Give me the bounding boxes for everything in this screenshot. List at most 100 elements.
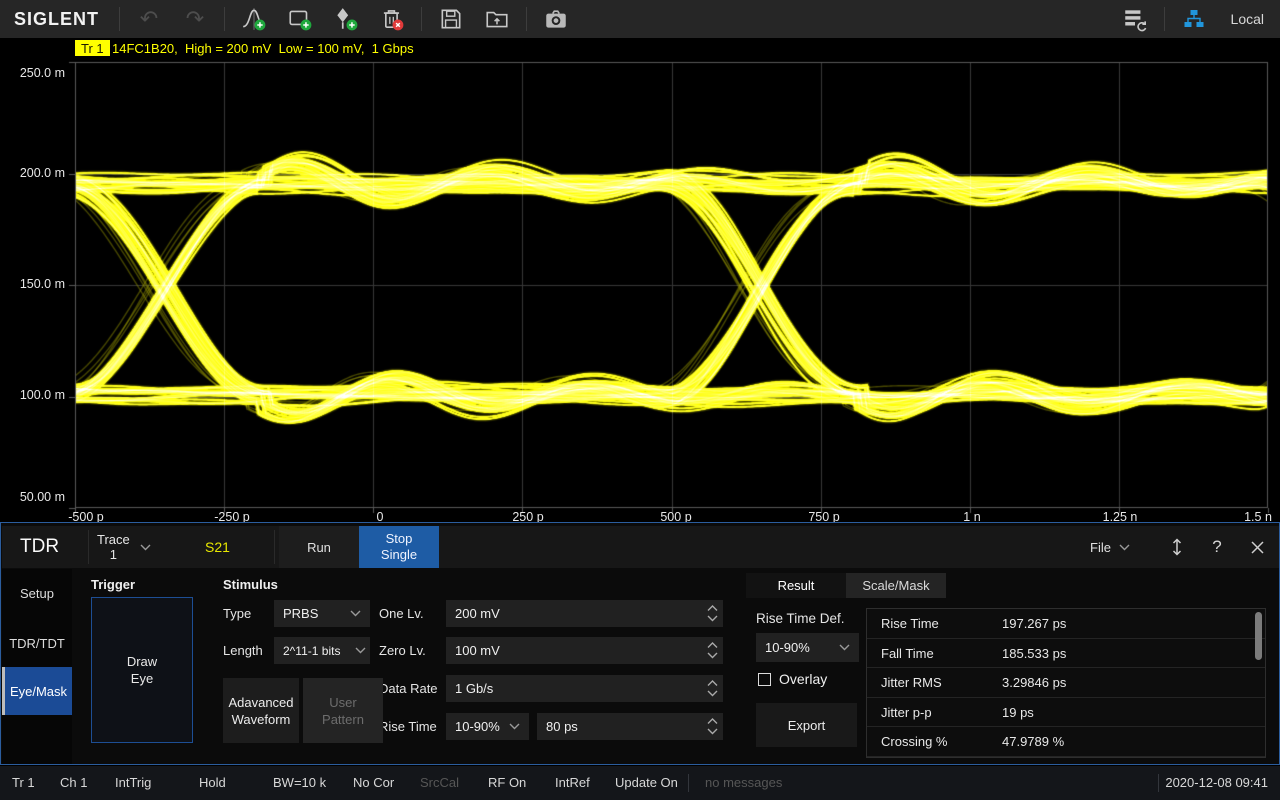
trace-selector-dropdown[interactable]: Trace 1 xyxy=(97,526,151,568)
overlay-checkbox[interactable]: Overlay xyxy=(758,671,827,687)
y-axis-tick-label: 250.0 m xyxy=(5,65,65,81)
spinner-arrows[interactable] xyxy=(707,600,718,627)
status-update[interactable]: Update On xyxy=(615,766,678,800)
header-divider xyxy=(88,530,89,564)
zero-level-input[interactable]: 100 mV xyxy=(446,637,723,664)
trace-selector-label: Trace xyxy=(97,532,130,547)
help-icon[interactable]: ? xyxy=(1200,526,1234,568)
chevron-down-icon xyxy=(509,723,520,730)
export-button[interactable]: Export xyxy=(756,703,857,747)
file-menu-button[interactable]: File xyxy=(1080,526,1140,568)
chevron-down-icon xyxy=(707,615,718,622)
status-bar: Tr 1 Ch 1 IntTrig Hold BW=10 k No Cor Sr… xyxy=(0,766,1280,800)
status-correction[interactable]: No Cor xyxy=(353,766,394,800)
chevron-down-icon xyxy=(707,690,718,697)
siglent-instrument-screen: SIGLENT ↶ ↷ xyxy=(0,0,1280,800)
zero-level-label: Zero Lv. xyxy=(379,637,426,664)
trace-badge[interactable]: Tr 1 xyxy=(75,40,110,57)
y-axis-tick-label: 100.0 m xyxy=(5,387,65,403)
stop-single-button[interactable]: Stop Single xyxy=(359,526,439,568)
s-parameter-label[interactable]: S21 xyxy=(205,526,230,568)
tab-result[interactable]: Result xyxy=(746,573,846,598)
toolbar-divider xyxy=(119,7,120,31)
status-message: no messages xyxy=(705,766,782,800)
trace-info-text: 14FC1B20, High = 200 mV Low = 100 mV, 1 … xyxy=(112,40,414,57)
status-bandwidth[interactable]: BW=10 k xyxy=(273,766,326,800)
status-datetime: 2020-12-08 09:41 xyxy=(1165,766,1268,800)
chevron-down-icon xyxy=(839,644,850,651)
redo-icon[interactable]: ↷ xyxy=(178,4,212,34)
tdr-dialog-panel: TDR Trace 1 S21 Run Stop Single File xyxy=(0,522,1280,765)
header-divider xyxy=(274,530,275,564)
chevron-up-icon xyxy=(707,642,718,649)
resize-panel-icon[interactable] xyxy=(1160,526,1194,568)
status-srccal: SrcCal xyxy=(420,766,459,800)
checkbox-icon xyxy=(758,673,771,686)
tab-tdr-tdt[interactable]: TDR/TDT xyxy=(2,625,72,662)
status-rf[interactable]: RF On xyxy=(488,766,526,800)
one-level-label: One Lv. xyxy=(379,600,424,627)
status-divider xyxy=(1158,774,1159,792)
trace-selector-value: 1 xyxy=(110,547,117,562)
local-mode-label[interactable]: Local xyxy=(1231,11,1264,27)
undo-icon[interactable]: ↶ xyxy=(132,4,166,34)
advanced-waveform-button[interactable]: Adavanced Waveform xyxy=(223,678,299,743)
user-pattern-button[interactable]: User Pattern xyxy=(303,678,383,743)
screenshot-icon[interactable] xyxy=(539,4,573,34)
add-waveform-icon[interactable] xyxy=(237,4,271,34)
top-toolbar: SIGLENT ↶ ↷ xyxy=(0,0,1280,38)
status-ref[interactable]: IntRef xyxy=(555,766,590,800)
status-hold[interactable]: Hold xyxy=(199,766,226,800)
display-layout-icon[interactable] xyxy=(1118,4,1152,34)
status-channel[interactable]: Ch 1 xyxy=(60,766,87,800)
add-marker-icon[interactable] xyxy=(329,4,363,34)
result-rise-time-def-dropdown[interactable]: 10-90% xyxy=(756,633,859,662)
data-rate-label: Data Rate xyxy=(379,675,438,702)
toolbar-divider xyxy=(224,7,225,31)
status-trace[interactable]: Tr 1 xyxy=(12,766,35,800)
table-row: Crossing % 47.9789 % xyxy=(867,727,1265,757)
results-table: Rise Time 197.267 ps Fall Time 185.533 p… xyxy=(866,608,1266,758)
chevron-down-icon xyxy=(1119,544,1130,551)
toolbar-divider xyxy=(421,7,422,31)
table-scrollbar-thumb[interactable] xyxy=(1255,612,1262,660)
y-axis-tick-label: 50.00 m xyxy=(5,489,65,505)
table-row: Jitter p-p 19 ps xyxy=(867,698,1265,728)
tab-scale-mask[interactable]: Scale/Mask xyxy=(846,573,946,598)
lan-icon[interactable] xyxy=(1177,4,1211,34)
add-window-icon[interactable] xyxy=(283,4,317,34)
eye-canvas[interactable] xyxy=(67,56,1276,514)
type-dropdown[interactable]: PRBS xyxy=(274,600,370,627)
spinner-arrows[interactable] xyxy=(707,675,718,702)
y-axis-tick-label: 150.0 m xyxy=(5,276,65,292)
rise-time-def-dropdown[interactable]: 10-90% xyxy=(446,713,529,740)
toolbar-divider xyxy=(1164,7,1165,31)
chevron-down-icon xyxy=(355,647,366,654)
chevron-down-icon xyxy=(350,610,361,617)
delete-icon[interactable] xyxy=(375,4,409,34)
toolbar-right-group: Local xyxy=(1112,0,1280,38)
rise-time-input[interactable]: 80 ps xyxy=(537,713,723,740)
save-icon[interactable] xyxy=(434,4,468,34)
length-dropdown[interactable]: 2^11-1 bits xyxy=(274,637,370,664)
data-rate-input[interactable]: 1 Gb/s xyxy=(446,675,723,702)
tdr-panel-header: TDR Trace 1 S21 Run Stop Single File xyxy=(2,526,1279,568)
table-row: Fall Time 185.533 ps xyxy=(867,639,1265,669)
rise-time-label: Rise Time xyxy=(379,713,437,740)
spinner-arrows[interactable] xyxy=(707,637,718,664)
tab-setup[interactable]: Setup xyxy=(2,575,72,612)
draw-eye-button[interactable]: Draw Eye xyxy=(91,597,193,743)
run-button[interactable]: Run xyxy=(279,526,359,568)
toolbar-divider xyxy=(526,7,527,31)
status-trigger[interactable]: IntTrig xyxy=(115,766,151,800)
spinner-arrows[interactable] xyxy=(707,713,718,740)
trigger-section-header: Trigger xyxy=(91,577,135,592)
tab-eye-mask[interactable]: Eye/Mask xyxy=(2,667,72,715)
chevron-up-icon xyxy=(707,605,718,612)
chevron-down-icon xyxy=(707,652,718,659)
chevron-up-icon xyxy=(707,718,718,725)
open-icon[interactable] xyxy=(480,4,514,34)
chevron-down-icon xyxy=(140,544,151,551)
one-level-input[interactable]: 200 mV xyxy=(446,600,723,627)
close-icon[interactable] xyxy=(1240,526,1274,568)
